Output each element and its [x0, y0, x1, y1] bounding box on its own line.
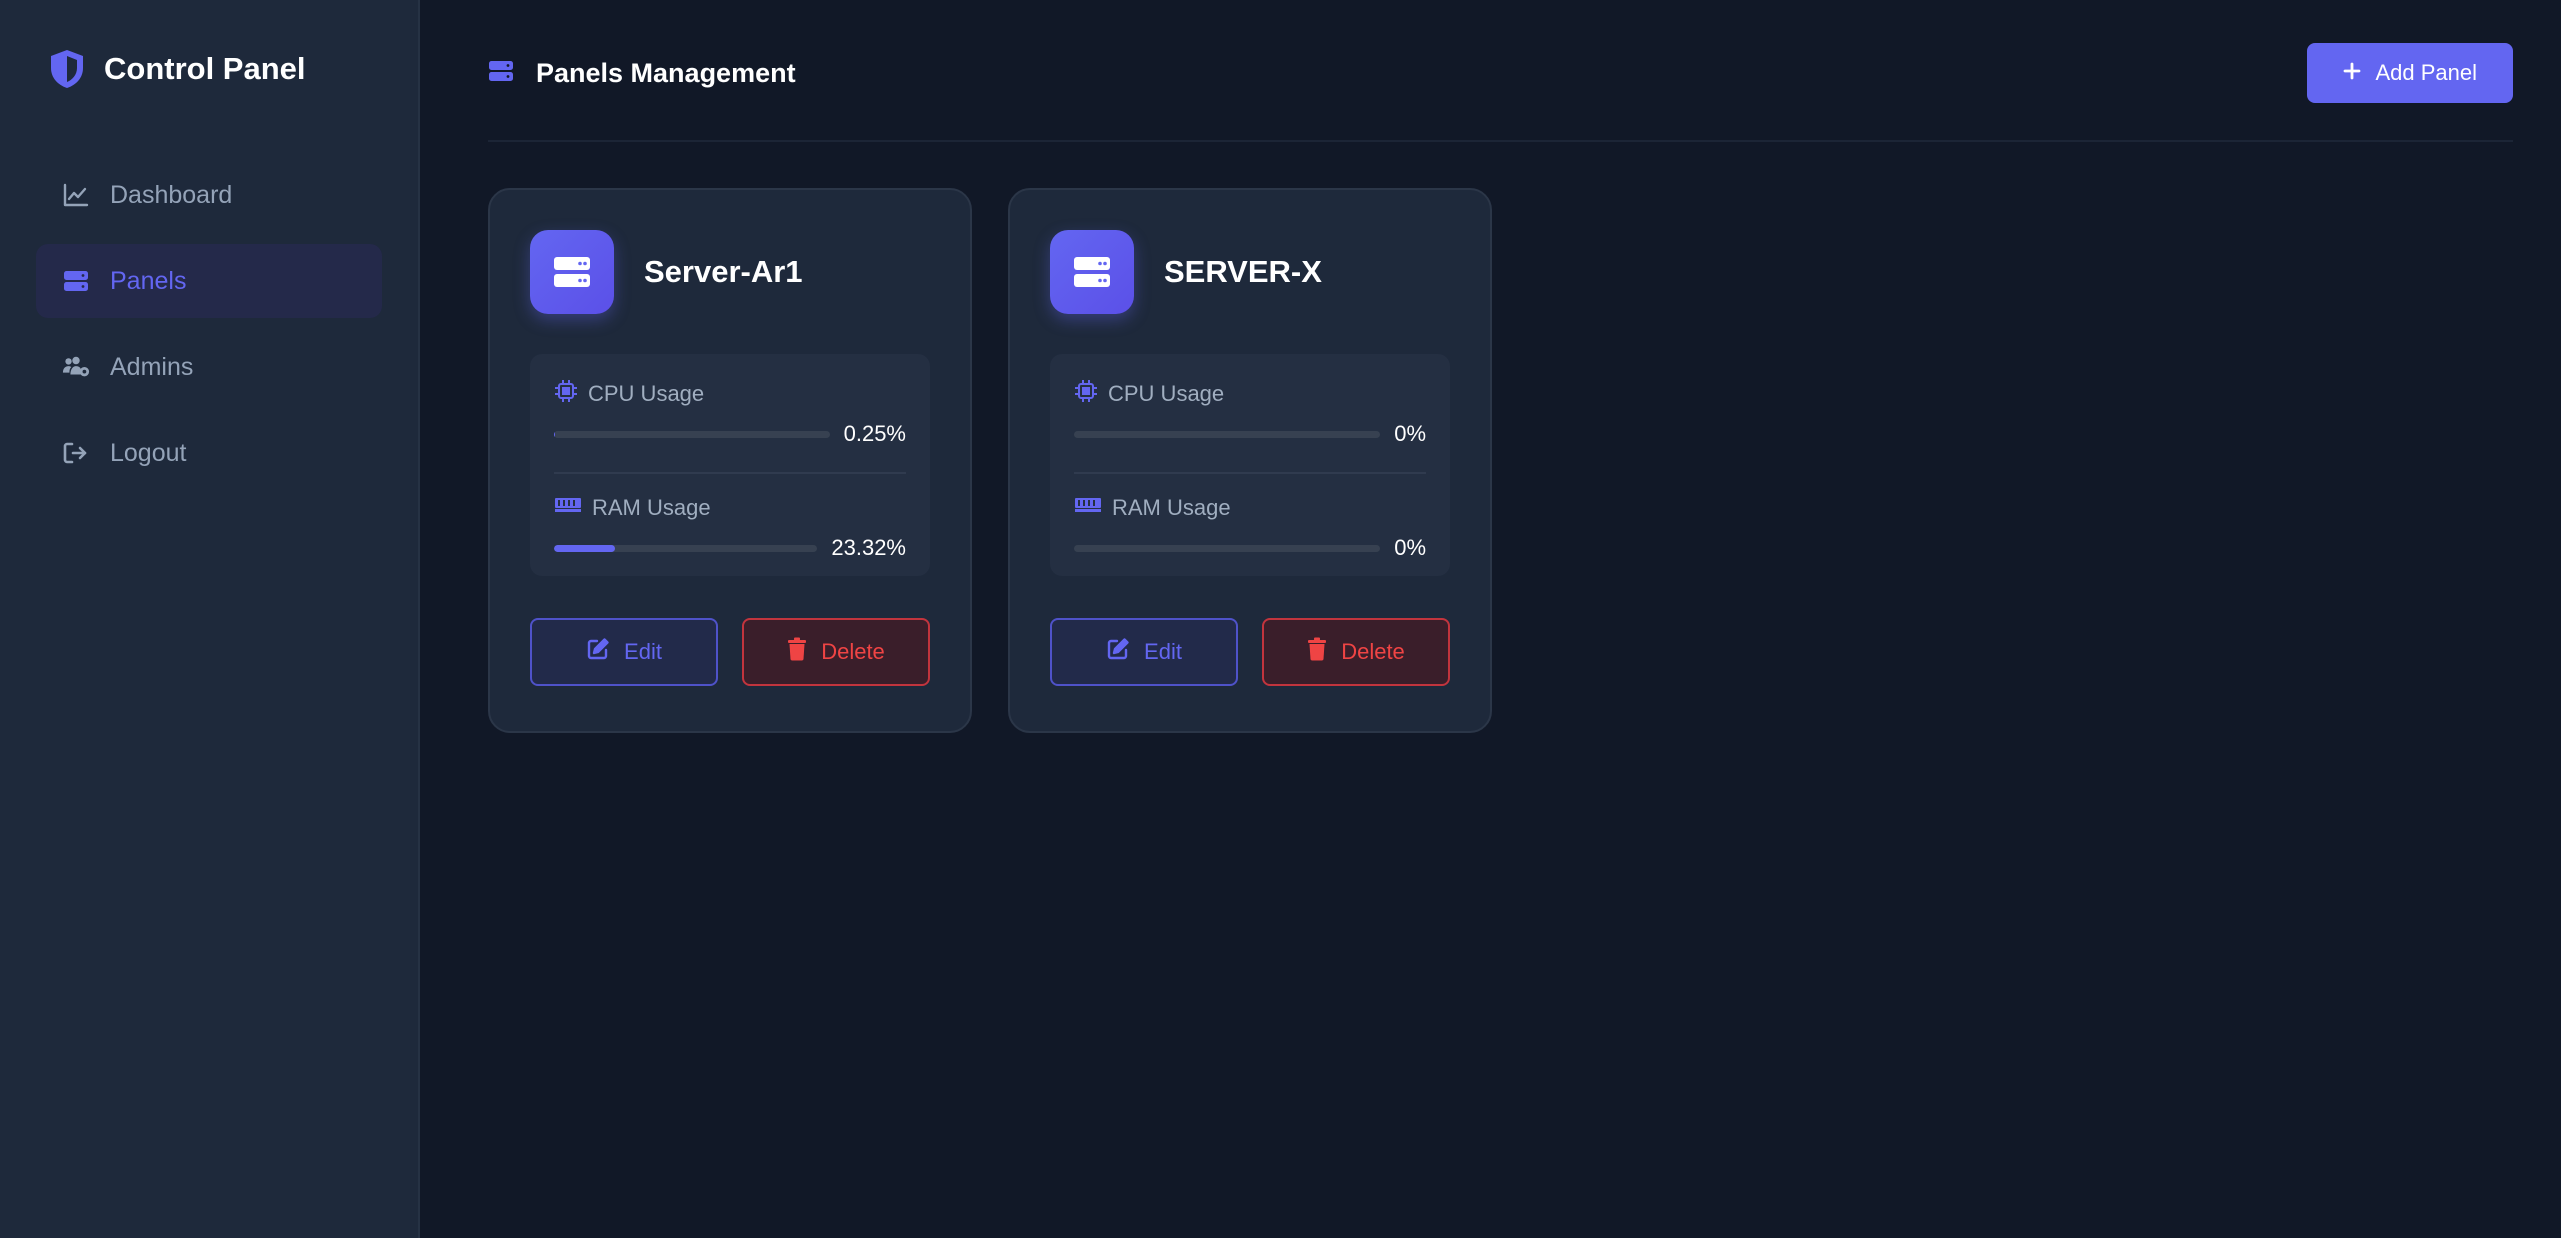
- delete-button[interactable]: Delete: [742, 618, 930, 686]
- page-title: Panels Management: [536, 57, 796, 88]
- chart-line-icon: [62, 181, 90, 209]
- cpu-usage-text: CPU Usage: [1108, 381, 1225, 406]
- panel-stats: CPU Usage 0% RAM Usage 0%: [1050, 354, 1450, 576]
- cpu-usage-row: 0.25%: [554, 414, 906, 454]
- ram-usage-row: 0%: [1074, 528, 1426, 568]
- delete-button[interactable]: Delete: [1262, 618, 1450, 686]
- users-cog-icon: [62, 353, 90, 381]
- ram-usage-value: 0%: [1394, 535, 1426, 560]
- panel-actions: Edit Delete: [1050, 618, 1450, 686]
- sidebar-item-label: Admins: [110, 352, 194, 381]
- header-divider: [488, 140, 2513, 142]
- cpu-usage-value: 0.25%: [843, 421, 906, 446]
- add-panel-button[interactable]: Add Panel: [2307, 43, 2513, 103]
- cpu-usage-value: 0%: [1394, 421, 1426, 446]
- panel-card-header: SERVER-X: [1050, 230, 1450, 314]
- shield-icon: [48, 48, 86, 90]
- server-icon: [530, 230, 614, 314]
- ram-progress-bar: [554, 544, 818, 552]
- ram-progress-fill: [554, 544, 616, 552]
- sidebar-nav: Dashboard Panels Admins Logout: [36, 158, 382, 490]
- sidebar-item-label: Logout: [110, 438, 187, 467]
- stat-divider: [1074, 472, 1426, 474]
- panel-cards: Server-Ar1 CPU Usage 0.25% RAM Usage 23.…: [468, 188, 2513, 733]
- cpu-progress-bar: [554, 430, 830, 438]
- edit-icon: [1106, 637, 1130, 667]
- edit-button[interactable]: Edit: [530, 618, 718, 686]
- memory-icon: [554, 495, 582, 521]
- ram-usage-row: 23.32%: [554, 528, 906, 568]
- delete-label: Delete: [1341, 639, 1405, 664]
- sidebar-item-label: Panels: [110, 266, 187, 295]
- panel-actions: Edit Delete: [530, 618, 930, 686]
- edit-label: Edit: [624, 639, 662, 664]
- edit-label: Edit: [1144, 639, 1182, 664]
- ram-usage-text: RAM Usage: [592, 495, 711, 520]
- server-icon: [62, 267, 90, 295]
- stat-divider: [554, 472, 906, 474]
- plus-icon: [2343, 60, 2361, 86]
- panel-card: SERVER-X CPU Usage 0% RAM Usage 0% Edit …: [1008, 188, 1492, 733]
- ram-usage-text: RAM Usage: [1112, 495, 1231, 520]
- cpu-usage-label: CPU Usage: [1074, 378, 1426, 410]
- cpu-icon: [554, 379, 578, 409]
- edit-button[interactable]: Edit: [1050, 618, 1238, 686]
- brand-title: Control Panel: [104, 51, 306, 86]
- app-root: Control Panel Dashboard Panels Admins Lo…: [0, 0, 2561, 1238]
- cpu-progress-bar: [1074, 430, 1381, 438]
- sidebar-item-dashboard[interactable]: Dashboard: [36, 158, 382, 232]
- ram-usage-label: RAM Usage: [554, 492, 906, 524]
- main-content: Panels Management Add Panel Server-Ar1 C…: [420, 0, 2561, 1238]
- sidebar-item-label: Dashboard: [110, 180, 233, 209]
- ram-usage-value: 23.32%: [831, 535, 906, 560]
- sidebar: Control Panel Dashboard Panels Admins Lo…: [0, 0, 420, 1238]
- server-icon: [1050, 230, 1134, 314]
- sidebar-item-logout[interactable]: Logout: [36, 416, 382, 490]
- topbar: Panels Management Add Panel: [468, 40, 2513, 106]
- trash-icon: [787, 637, 807, 667]
- panel-name: SERVER-X: [1164, 254, 1322, 289]
- add-panel-label: Add Panel: [2375, 60, 2477, 85]
- logout-icon: [62, 439, 90, 467]
- server-icon: [488, 60, 514, 87]
- trash-icon: [1307, 637, 1327, 667]
- ram-progress-bar: [1074, 544, 1381, 552]
- delete-label: Delete: [821, 639, 885, 664]
- sidebar-item-admins[interactable]: Admins: [36, 330, 382, 404]
- cpu-usage-label: CPU Usage: [554, 378, 906, 410]
- panel-name: Server-Ar1: [644, 254, 803, 289]
- memory-icon: [1074, 495, 1102, 521]
- sidebar-item-panels[interactable]: Panels: [36, 244, 382, 318]
- panel-stats: CPU Usage 0.25% RAM Usage 23.32%: [530, 354, 930, 576]
- cpu-icon: [1074, 379, 1098, 409]
- cpu-usage-text: CPU Usage: [588, 381, 705, 406]
- brand: Control Panel: [36, 48, 382, 90]
- edit-icon: [586, 637, 610, 667]
- ram-usage-label: RAM Usage: [1074, 492, 1426, 524]
- cpu-usage-row: 0%: [1074, 414, 1426, 454]
- panel-card: Server-Ar1 CPU Usage 0.25% RAM Usage 23.…: [488, 188, 972, 733]
- page-title-wrap: Panels Management: [488, 58, 796, 89]
- panel-card-header: Server-Ar1: [530, 230, 930, 314]
- cpu-progress-fill: [554, 430, 555, 438]
